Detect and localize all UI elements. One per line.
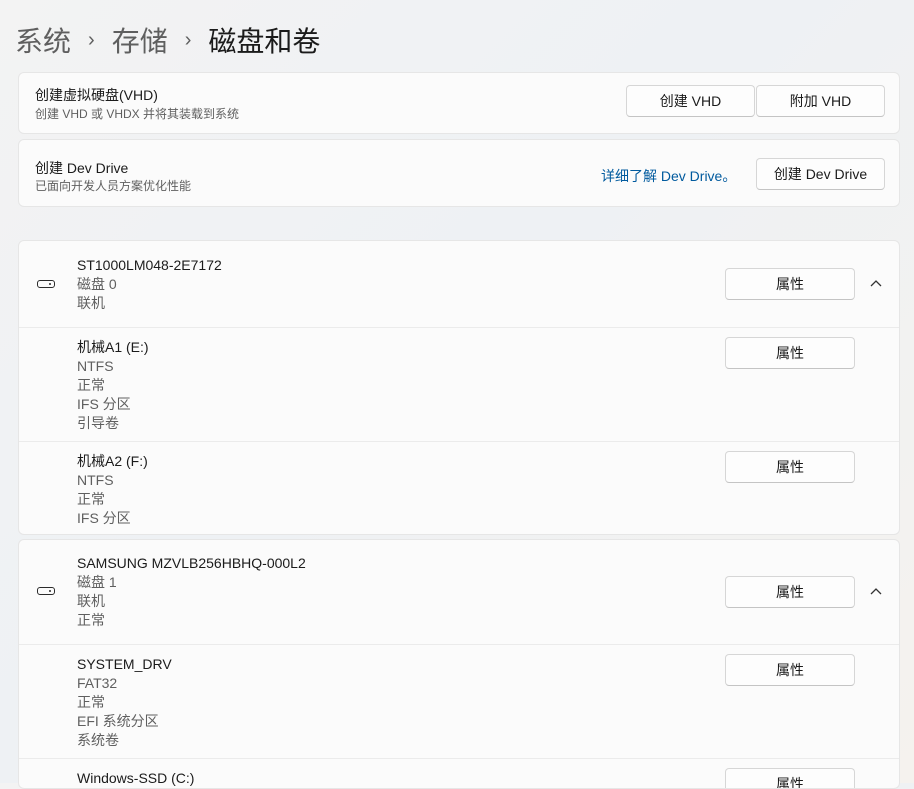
disk-health: 正常 [77, 612, 105, 628]
volume-row: Windows-SSD (C:) 属性 [19, 758, 899, 788]
volume-name: SYSTEM_DRV [77, 656, 172, 672]
chevron-right-icon: › [88, 28, 95, 51]
chevron-right-icon: › [184, 28, 192, 51]
volume-filesystem: NTFS [77, 472, 114, 488]
volume-row: 机械A1 (E:) NTFS 正常 IFS 分区 引导卷 属性 [19, 327, 899, 441]
disk-status: 联机 [77, 593, 105, 609]
disk-number: 磁盘 0 [77, 276, 117, 292]
volume-role: 引导卷 [77, 415, 119, 431]
volume-properties-button[interactable]: 属性 [725, 654, 855, 686]
hard-drive-icon [37, 587, 55, 595]
volume-health: 正常 [77, 694, 105, 710]
disk-status: 联机 [77, 295, 105, 311]
volume-name: Windows-SSD (C:) [77, 770, 195, 786]
disk-group-0: ST1000LM048-2E7172 磁盘 0 联机 属性 机械A1 (E:) … [18, 240, 900, 535]
breadcrumb: 系统 › 存储 › 磁盘和卷 [15, 20, 320, 60]
hard-drive-icon [37, 280, 55, 288]
create-vhd-title: 创建虚拟硬盘(VHD) [35, 87, 158, 103]
chevron-up-icon[interactable] [869, 277, 883, 291]
volume-health: 正常 [77, 491, 105, 507]
volume-filesystem: FAT32 [77, 675, 118, 691]
disk-header: SAMSUNG MZVLB256HBHQ-000L2 磁盘 1 联机 正常 属性 [19, 540, 899, 644]
create-vhd-subtitle: 创建 VHD 或 VHDX 并将其装载到系统 [35, 107, 240, 121]
volume-partition-type: IFS 分区 [77, 510, 131, 526]
disk-number: 磁盘 1 [77, 574, 117, 590]
page-title: 磁盘和卷 [208, 26, 321, 57]
volume-row: SYSTEM_DRV FAT32 正常 EFI 系统分区 系统卷 属性 [19, 644, 899, 758]
volume-health: 正常 [77, 377, 105, 393]
disk-group-1: SAMSUNG MZVLB256HBHQ-000L2 磁盘 1 联机 正常 属性… [18, 539, 900, 789]
disk-name: SAMSUNG MZVLB256HBHQ-000L2 [77, 555, 306, 571]
create-dev-drive-card: 创建 Dev Drive 已面向开发人员方案优化性能 详细了解 Dev Driv… [18, 139, 900, 207]
volume-filesystem: NTFS [77, 358, 114, 374]
create-vhd-button[interactable]: 创建 VHD [626, 85, 755, 117]
disk-properties-button[interactable]: 属性 [725, 268, 855, 300]
create-vhd-card: 创建虚拟硬盘(VHD) 创建 VHD 或 VHDX 并将其装载到系统 创建 VH… [18, 72, 900, 134]
disk-name: ST1000LM048-2E7172 [77, 257, 222, 273]
volume-role: 系统卷 [77, 732, 119, 748]
learn-more-dev-drive-link[interactable]: 详细了解 Dev Drive。 [601, 166, 736, 186]
create-dev-drive-subtitle: 已面向开发人员方案优化性能 [35, 179, 192, 193]
attach-vhd-button[interactable]: 附加 VHD [756, 85, 885, 117]
breadcrumb-storage[interactable]: 存储 [112, 20, 168, 60]
disk-header: ST1000LM048-2E7172 磁盘 0 联机 属性 [19, 241, 899, 327]
create-dev-drive-button[interactable]: 创建 Dev Drive [756, 158, 885, 190]
volume-properties-button[interactable]: 属性 [725, 451, 855, 483]
volume-partition-type: IFS 分区 [77, 396, 131, 412]
volume-name: 机械A1 (E:) [77, 339, 149, 355]
volume-properties-button[interactable]: 属性 [725, 337, 855, 369]
chevron-up-icon[interactable] [869, 585, 883, 599]
volume-properties-button[interactable]: 属性 [725, 768, 855, 788]
disk-properties-button[interactable]: 属性 [725, 576, 855, 608]
volume-partition-type: EFI 系统分区 [77, 713, 159, 729]
volume-row: 机械A2 (F:) NTFS 正常 IFS 分区 属性 [19, 441, 899, 534]
breadcrumb-system[interactable]: 系统 [15, 20, 71, 60]
create-dev-drive-title: 创建 Dev Drive [35, 160, 129, 176]
volume-name: 机械A2 (F:) [77, 453, 148, 469]
